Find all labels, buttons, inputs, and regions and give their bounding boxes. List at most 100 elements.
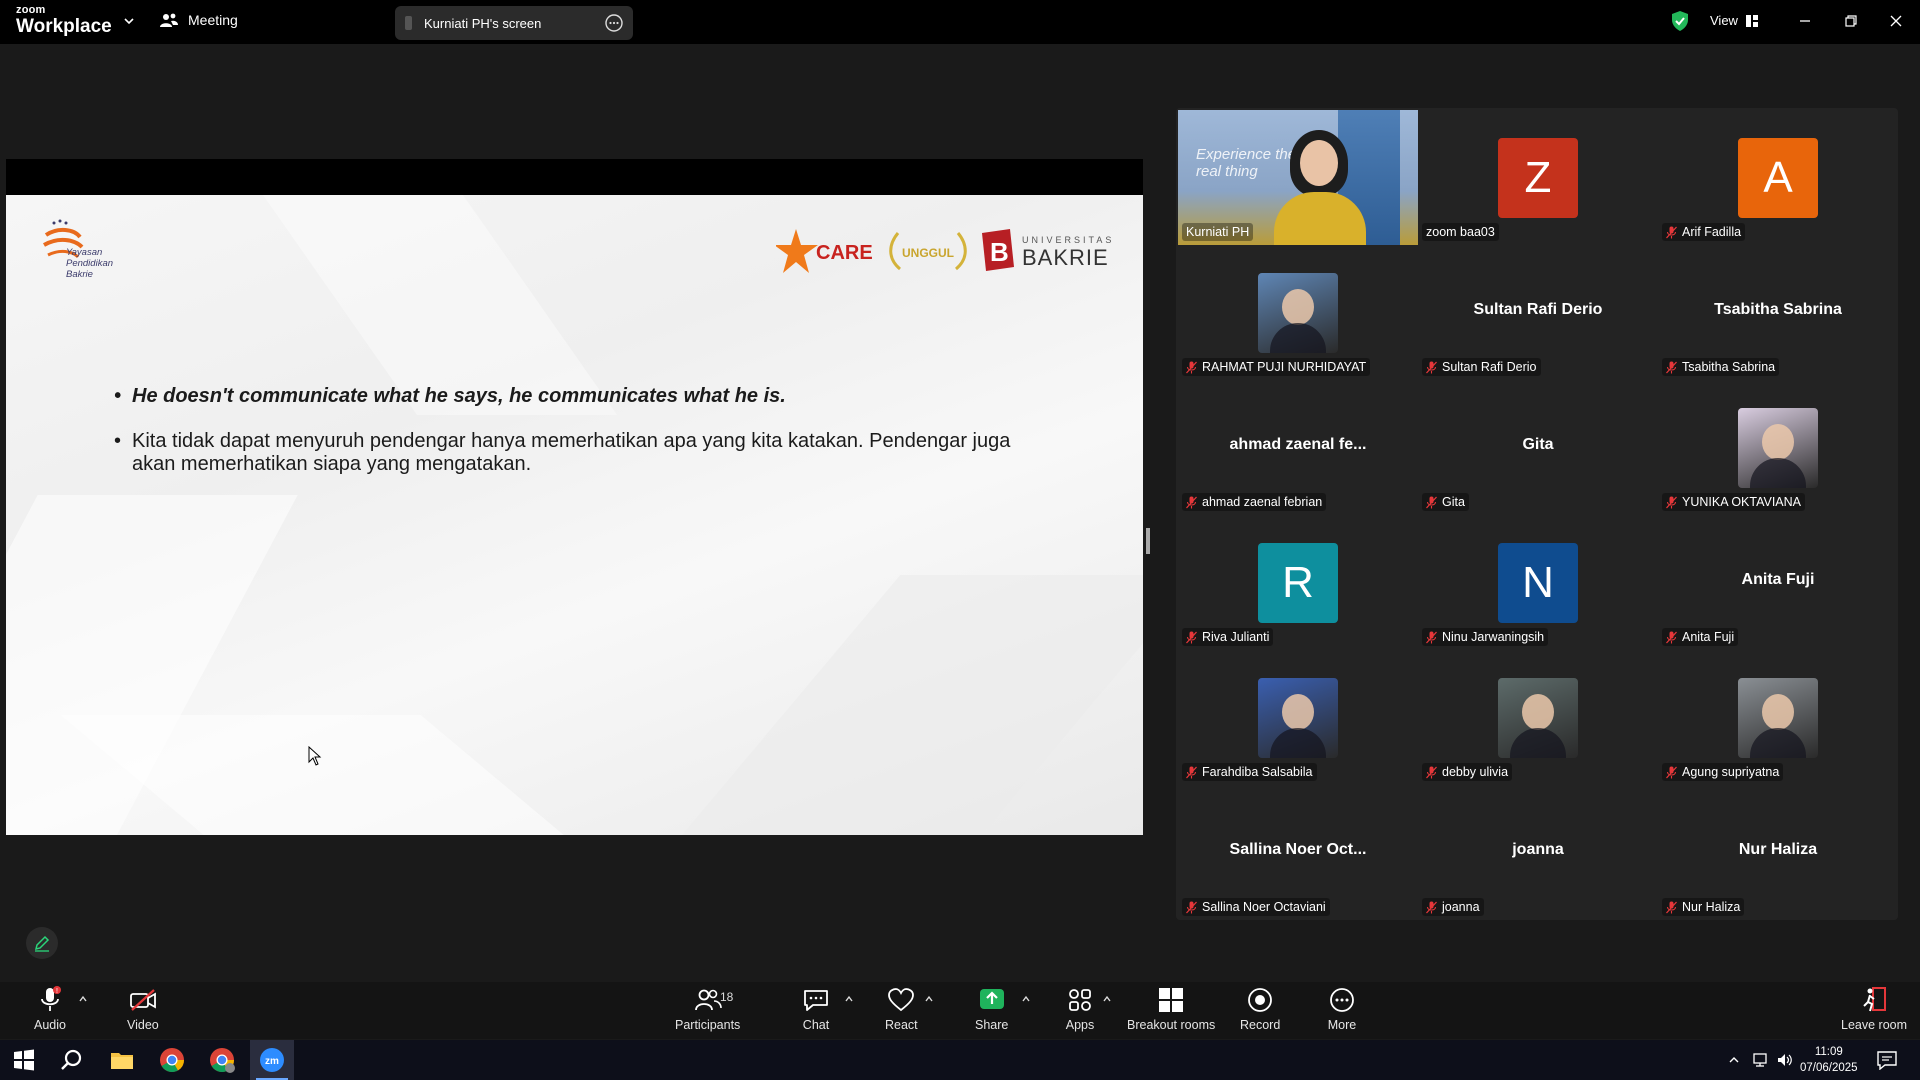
- share-label: Share: [975, 1018, 1009, 1032]
- participant-avatar: N: [1498, 543, 1578, 623]
- participant-tile[interactable]: Sultan Rafi Derio Sultan Rafi Derio: [1418, 245, 1658, 380]
- participant-tile[interactable]: N Ninu Jarwaningsih: [1418, 515, 1658, 650]
- breakout-rooms-label: Breakout rooms: [1127, 1018, 1216, 1032]
- audio-caret-icon[interactable]: [78, 994, 88, 1004]
- brand-bottom: Workplace: [16, 16, 112, 37]
- chevron-down-icon[interactable]: [122, 14, 136, 28]
- muted-mic-icon: [1186, 361, 1197, 373]
- participant-tile[interactable]: Agung supriyatna: [1658, 650, 1898, 785]
- chat-caret-icon[interactable]: [844, 994, 854, 1004]
- participant-tile[interactable]: joanna joanna: [1418, 785, 1658, 920]
- ypb-logo-text: Yayasan Pendidikan Bakrie: [66, 247, 113, 280]
- care-label: CARE: [816, 242, 873, 264]
- participant-gallery: Experience the real thing Kurniati PH Zzoo…: [1176, 108, 1898, 920]
- muted-mic-icon: [1666, 766, 1677, 778]
- breakout-rooms-button[interactable]: Breakout rooms: [1127, 986, 1215, 1032]
- participant-tile[interactable]: Gita Gita: [1418, 380, 1658, 515]
- video-camera-off-icon: [129, 989, 156, 1011]
- bullet-2: Kita tidak dapat menyuruh pendengar hany…: [114, 430, 1044, 476]
- zoom-taskbar-active[interactable]: zm: [250, 1040, 294, 1080]
- screen-share-indicator[interactable]: Kurniati PH's screen: [395, 6, 633, 40]
- muted-mic-icon: [1186, 766, 1197, 778]
- record-label: Record: [1240, 1018, 1281, 1032]
- participant-tile[interactable]: debby ulivia: [1418, 650, 1658, 785]
- zoom-app-icon: zm: [260, 1048, 284, 1072]
- participant-tile[interactable]: Farahdiba Salsabila: [1178, 650, 1418, 785]
- svg-text:B: B: [990, 237, 1009, 267]
- share-caret-icon[interactable]: [1021, 994, 1031, 1004]
- participant-tile[interactable]: A Arif Fadilla: [1658, 110, 1898, 245]
- participant-name: Sallina Noer Octaviani: [1202, 900, 1326, 914]
- participant-avatar: A: [1738, 138, 1818, 218]
- file-explorer-icon[interactable]: [108, 1046, 136, 1074]
- participant-avatar: Z: [1498, 138, 1578, 218]
- close-icon[interactable]: [1886, 11, 1906, 31]
- splitter-handle[interactable]: [1146, 528, 1150, 554]
- shared-screen[interactable]: Yayasan Pendidikan Bakrie CARE UNGGUL B …: [6, 159, 1143, 835]
- participant-tile[interactable]: Experience the real thing Kurniati PH: [1178, 110, 1418, 245]
- muted-mic-icon: [1186, 631, 1197, 643]
- security-shield-icon[interactable]: [1670, 10, 1690, 32]
- apps-button[interactable]: Apps: [1065, 986, 1095, 1032]
- svg-text:zm: zm: [265, 1056, 279, 1067]
- chat-button[interactable]: Chat: [801, 986, 831, 1032]
- audio-button[interactable]: ! Audio: [34, 986, 66, 1032]
- minimize-icon[interactable]: [1795, 11, 1815, 31]
- participant-tile[interactable]: Tsabitha Sabrina Tsabitha Sabrina: [1658, 245, 1898, 380]
- audio-label: Audio: [34, 1018, 66, 1032]
- search-icon[interactable]: [58, 1046, 86, 1074]
- restore-icon[interactable]: [1841, 11, 1861, 31]
- participant-tile[interactable]: Nur Haliza Nur Haliza: [1658, 785, 1898, 920]
- record-icon: [1248, 988, 1273, 1012]
- participant-name: Riva Julianti: [1202, 630, 1270, 644]
- windows-start-icon[interactable]: [10, 1046, 38, 1074]
- network-icon[interactable]: [1752, 1052, 1770, 1068]
- participant-tile[interactable]: Anita Fuji Anita Fuji: [1658, 515, 1898, 650]
- participant-tile[interactable]: R Riva Julianti: [1178, 515, 1418, 650]
- view-button[interactable]: View: [1710, 13, 1758, 28]
- participant-avatar: R: [1258, 543, 1338, 623]
- participant-avatar-photo: [1738, 408, 1818, 488]
- video-label: Video: [127, 1018, 159, 1032]
- unggul-accreditation-logo: UNGGUL: [889, 232, 967, 271]
- muted-mic-icon: [1426, 766, 1437, 778]
- more-options-icon: [1330, 988, 1354, 1012]
- participant-name: Gita: [1442, 495, 1465, 509]
- leave-room-button[interactable]: Leave room: [1841, 986, 1907, 1032]
- chrome-icon[interactable]: [158, 1046, 186, 1074]
- participant-name-tag: joanna: [1422, 898, 1484, 916]
- react-button[interactable]: React: [885, 986, 918, 1032]
- zoom-workplace-logo[interactable]: zoom Workplace: [16, 5, 112, 37]
- care-logo: CARE: [776, 229, 873, 273]
- more-options-icon[interactable]: [605, 14, 623, 32]
- participant-tile[interactable]: RAHMAT PUJI NURHIDAYAT: [1178, 245, 1418, 380]
- apps-caret-icon[interactable]: [1102, 994, 1112, 1004]
- participant-name-tag: debby ulivia: [1422, 763, 1513, 781]
- share-button[interactable]: Share: [975, 986, 1008, 1032]
- muted-mic-icon: [1666, 496, 1677, 508]
- video-button[interactable]: Video: [127, 986, 159, 1032]
- apps-icon: [1069, 989, 1091, 1011]
- notifications-icon[interactable]: [1876, 1050, 1898, 1070]
- taskbar-clock[interactable]: 11:09 07/06/2025: [1800, 1044, 1858, 1076]
- annotate-button[interactable]: [26, 927, 58, 959]
- participant-tile[interactable]: YUNIKA OKTAVIANA: [1658, 380, 1898, 515]
- screen-share-label: Kurniati PH's screen: [424, 15, 542, 31]
- participant-name-tag: Sultan Rafi Derio: [1422, 358, 1541, 376]
- record-button[interactable]: Record: [1240, 986, 1280, 1032]
- view-label: View: [1710, 13, 1738, 28]
- meeting-menu[interactable]: Meeting: [160, 12, 238, 28]
- more-button[interactable]: More: [1327, 986, 1357, 1032]
- participant-display-name: Sallina Noer Oct...: [1229, 841, 1367, 858]
- pencil-icon: [34, 935, 50, 952]
- show-hidden-icons-icon[interactable]: [1728, 1054, 1740, 1066]
- participant-tile[interactable]: ahmad zaenal fe... ahmad zaenal febrian: [1178, 380, 1418, 515]
- volume-icon[interactable]: [1776, 1052, 1794, 1068]
- participant-name-tag: Nur Haliza: [1662, 898, 1745, 916]
- participant-tile[interactable]: Sallina Noer Oct... Sallina Noer Octavian…: [1178, 785, 1418, 920]
- heart-icon: [888, 988, 915, 1012]
- react-caret-icon[interactable]: [924, 994, 934, 1004]
- chrome-profile-icon[interactable]: [208, 1046, 236, 1074]
- participant-name-tag: YUNIKA OKTAVIANA: [1662, 493, 1806, 511]
- participant-tile[interactable]: Zzoom baa03: [1418, 110, 1658, 245]
